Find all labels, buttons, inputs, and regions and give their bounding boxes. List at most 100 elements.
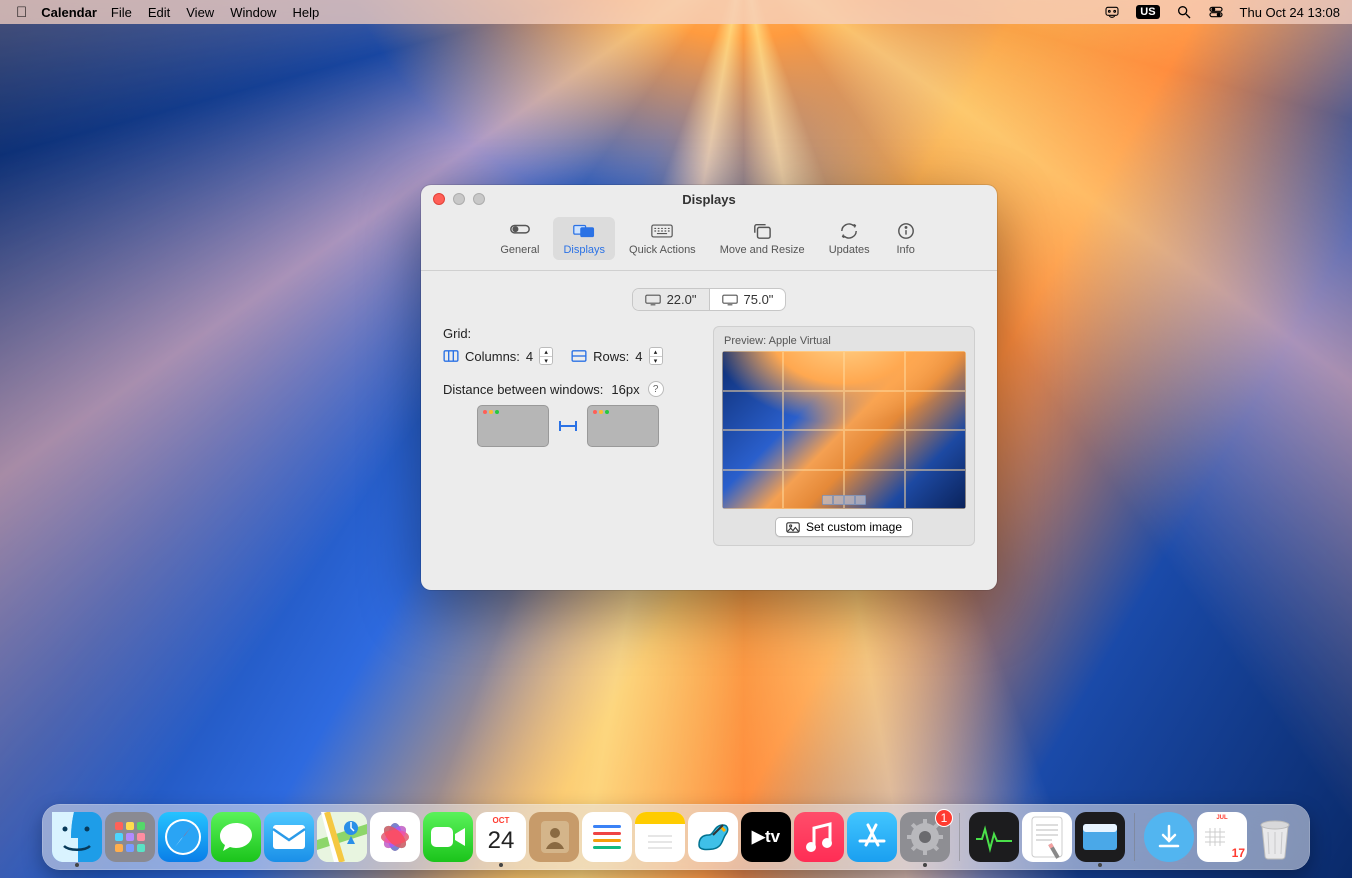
dock-messages[interactable] [211,812,261,862]
trash-icon [1254,814,1296,860]
running-indicator [1098,863,1102,867]
rectangle-icon [1080,821,1120,853]
dock-contacts[interactable] [529,812,579,862]
window-titlebar[interactable]: Displays [421,185,997,213]
distance-value: 16px [611,382,639,397]
safari-icon [163,817,203,857]
window-title: Displays [682,192,735,207]
apple-menu-icon[interactable]:  [16,4,27,21]
dock-finder[interactable] [52,812,102,862]
segment-label: 22.0" [667,292,697,307]
dock-textedit[interactable] [1022,812,1072,862]
window-zoom-button[interactable] [473,193,485,205]
menu-window[interactable]: Window [230,5,276,20]
tab-label: Updates [829,244,870,256]
dock-system-settings[interactable]: 1 [900,812,950,862]
diagram-spacer-line [559,425,577,427]
running-indicator [923,863,927,867]
window-minimize-button[interactable] [453,193,465,205]
running-indicator [75,863,79,867]
appstore-icon [854,819,890,855]
diagram-window-right [587,405,659,447]
displays-icon [572,221,596,241]
menubar-app-name[interactable]: Calendar [41,5,97,20]
distance-diagram [443,405,693,447]
info-icon [894,221,918,241]
control-center-icon[interactable] [1208,4,1224,20]
caldoc-grid [1205,828,1225,851]
preview-grid-overlay [722,351,966,509]
facetime-icon [429,823,467,851]
dock-rectangle[interactable] [1075,812,1125,862]
columns-icon [443,350,459,362]
spotlight-icon[interactable] [1176,4,1192,20]
dock-calendar[interactable]: Oct 24 [476,812,526,862]
dock-notes[interactable] [635,812,685,862]
dock-launchpad[interactable] [105,812,155,862]
set-image-label: Set custom image [806,520,902,534]
window-traffic-lights [433,193,485,205]
dock-downloads[interactable] [1144,812,1194,862]
move-resize-icon [750,221,774,241]
menu-edit[interactable]: Edit [148,5,170,20]
tab-displays[interactable]: Displays [553,217,615,260]
dock-reminders[interactable] [582,812,632,862]
dock-maps[interactable] [317,812,367,862]
photos-icon [375,817,415,857]
music-icon [804,821,834,853]
tab-quick-actions[interactable]: Quick Actions [619,217,706,260]
dock-separator [959,813,960,861]
general-icon [508,221,532,241]
menubar-extra-icon[interactable] [1104,4,1120,20]
monitor-icon [722,294,738,306]
menubar:  Calendar File Edit View Window Help US… [0,0,1352,24]
caldoc-day: 17 [1232,846,1245,860]
running-indicator [499,863,503,867]
menu-file[interactable]: File [111,5,132,20]
displays-window: Displays General Displays Quick Actions … [421,185,997,590]
textedit-icon [1028,815,1066,859]
dock-photos[interactable] [370,812,420,862]
monitor-icon [645,294,661,306]
dock-freeform[interactable] [688,812,738,862]
dock-safari[interactable] [158,812,208,862]
columns-value: 4 [526,349,533,364]
dock-activity-monitor[interactable] [969,812,1019,862]
rows-stepper[interactable]: ▴▾ [649,347,663,365]
image-icon [786,522,800,533]
dock-calendar-doc[interactable]: Jul 17 [1197,812,1247,862]
tab-general[interactable]: General [490,217,549,260]
distance-help-button[interactable]: ? [648,381,664,397]
grid-label: Grid: [443,326,693,341]
dock-tv[interactable]: ▶tv [741,812,791,862]
preview-dock-indicator [822,495,866,505]
dock-mail[interactable] [264,812,314,862]
window-close-button[interactable] [433,193,445,205]
caldoc-month: Jul [1197,815,1247,821]
display-segment-22[interactable]: 22.0" [633,289,710,310]
calendar-day: 24 [488,827,515,855]
settings-badge: 1 [935,809,953,827]
dock-separator [1134,813,1135,861]
contacts-icon [537,819,571,855]
columns-stepper[interactable]: ▴▾ [539,347,553,365]
launchpad-icon [115,822,145,852]
display-segment-75[interactable]: 75.0" [710,289,786,310]
dock-appstore[interactable] [847,812,897,862]
distance-label: Distance between windows: [443,382,603,397]
dock-music[interactable] [794,812,844,862]
tab-updates[interactable]: Updates [819,217,880,260]
set-custom-image-button[interactable]: Set custom image [775,517,913,537]
dock-trash[interactable] [1250,812,1300,862]
menu-view[interactable]: View [186,5,214,20]
tab-info[interactable]: Info [884,217,928,260]
menubar-datetime[interactable]: Thu Oct 24 13:08 [1240,5,1340,20]
tab-label: Move and Resize [720,244,805,256]
window-toolbar: General Displays Quick Actions Move and … [421,213,997,271]
menu-help[interactable]: Help [292,5,319,20]
dock-facetime[interactable] [423,812,473,862]
display-selector: 22.0" 75.0" [633,289,786,310]
tab-move-resize[interactable]: Move and Resize [710,217,815,260]
input-source-badge[interactable]: US [1136,5,1159,19]
updates-icon [837,221,861,241]
